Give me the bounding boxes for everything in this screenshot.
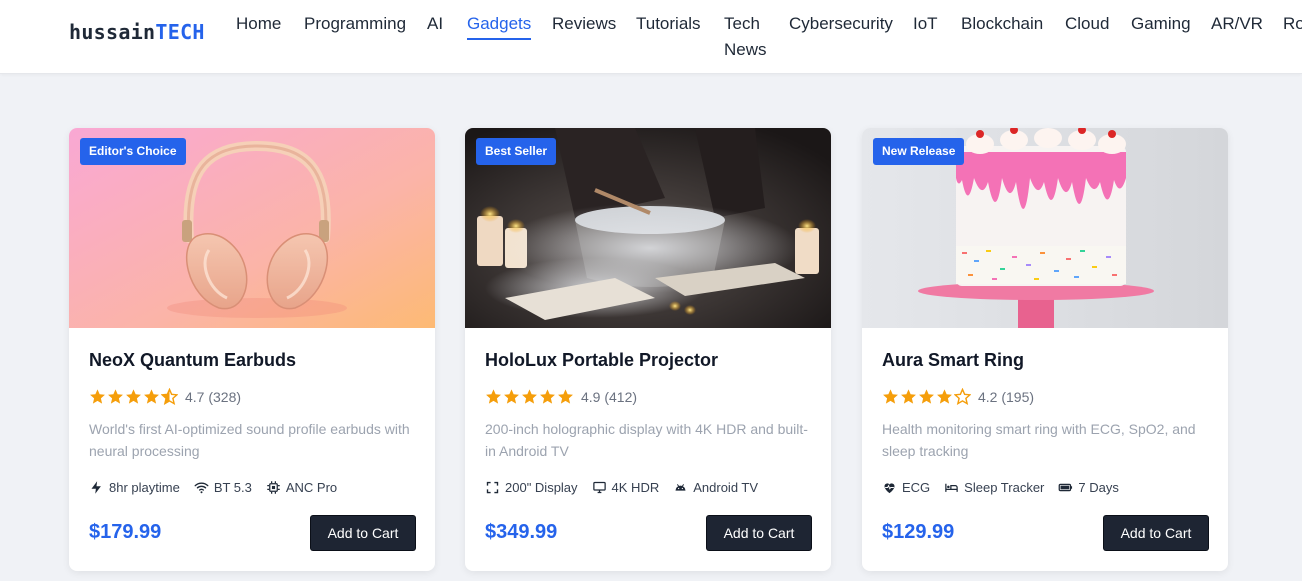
product-rating: 4.9 (412): [485, 388, 637, 405]
bed-icon: [945, 483, 958, 492]
wifi-icon: [194, 482, 209, 494]
star-full-icon: [919, 389, 934, 404]
nav-reviews[interactable]: Reviews: [552, 11, 616, 37]
nav-home[interactable]: Home: [236, 11, 281, 37]
nav-gadgets[interactable]: Gadgets: [467, 11, 532, 40]
logo-text-primary: hussain: [69, 20, 156, 44]
product-title[interactable]: NeoX Quantum Earbuds: [89, 350, 296, 371]
product-rating: 4.7 (328): [89, 388, 241, 405]
feature-item: ANC Pro: [266, 480, 337, 495]
monitor-icon: [592, 481, 606, 494]
feature-label: ECG: [902, 480, 931, 495]
star-full-icon: [144, 389, 159, 404]
add-to-cart-button[interactable]: Add to Cart: [1104, 516, 1208, 550]
product-image-projector[interactable]: Best Seller: [465, 128, 831, 328]
nav-ar-vr[interactable]: AR/VR: [1211, 11, 1263, 37]
product-image-headphones[interactable]: Editor's Choice: [69, 128, 435, 328]
feature-item: Sleep Tracker: [944, 480, 1044, 495]
star-full-icon: [883, 389, 898, 404]
add-to-cart-button[interactable]: Add to Cart: [311, 516, 415, 550]
feature-label: Android TV: [693, 480, 759, 495]
nav-gaming[interactable]: Gaming: [1131, 11, 1191, 37]
feature-item: BT 5.3: [194, 480, 252, 495]
product-features: 8hr playtime BT 5.3 ANC Pro: [89, 480, 337, 495]
product-card: New Release Aura Smart Ring 4.2 (195) He…: [862, 128, 1228, 571]
star-full-icon: [522, 389, 537, 404]
nav-tutorials[interactable]: Tutorials: [636, 11, 701, 37]
product-description: World's first AI-optimized sound profile…: [89, 421, 410, 459]
badge-editors-choice: Editor's Choice: [80, 138, 186, 165]
site-logo[interactable]: hussainTECH: [69, 20, 205, 44]
product-title[interactable]: Aura Smart Ring: [882, 350, 1024, 371]
nav-cloud[interactable]: Cloud: [1065, 11, 1109, 37]
logo-text-accent: TECH: [155, 20, 205, 44]
product-title[interactable]: HoloLux Portable Projector: [485, 350, 718, 371]
expand-icon: [486, 481, 499, 494]
nav-iot[interactable]: IoT: [913, 11, 938, 37]
nav-overflow-item[interactable]: Ro: [1283, 11, 1302, 37]
nav-cybersecurity[interactable]: Cybersecurity: [789, 11, 893, 37]
product-card: Editor's Choice NeoX Quantum Earbuds 4.7…: [69, 128, 435, 571]
star-full-icon: [540, 389, 555, 404]
star-half-icon: [161, 388, 178, 405]
site-header: hussainTECH Home Programming AI Gadgets …: [0, 0, 1302, 74]
nav-tech-news-line1[interactable]: Tech: [724, 11, 760, 37]
product-description: 200-inch holographic display with 4K HDR…: [485, 421, 808, 459]
star-full-icon: [126, 389, 141, 404]
product-price: $129.99: [882, 521, 955, 543]
android-icon: [675, 484, 686, 491]
feature-item: ECG: [882, 480, 930, 495]
star-rating: [89, 388, 178, 405]
product-price: $179.99: [89, 521, 162, 543]
feature-label: 8hr playtime: [109, 480, 180, 495]
bolt-icon: [91, 481, 101, 494]
product-card: Best Seller HoloLux Portable Projector 4…: [465, 128, 831, 571]
feature-item: 200" Display: [485, 480, 578, 495]
nav-ai[interactable]: AI: [427, 11, 443, 37]
feature-label: 7 Days: [1078, 480, 1119, 495]
badge-best-seller: Best Seller: [476, 138, 557, 165]
heart-pulse-icon: [884, 483, 895, 494]
feature-label: 4K HDR: [611, 480, 660, 495]
star-rating: [485, 388, 574, 405]
feature-label: Sleep Tracker: [964, 480, 1045, 495]
rating-text: 4.2 (195): [978, 388, 1035, 405]
star-empty-icon: [954, 388, 971, 405]
feature-label: BT 5.3: [213, 480, 252, 495]
product-price: $349.99: [485, 521, 558, 543]
chip-icon: [267, 481, 280, 494]
product-image-cake[interactable]: New Release: [862, 128, 1228, 328]
nav-programming[interactable]: Programming: [304, 11, 406, 37]
feature-item: 4K HDR: [592, 480, 660, 495]
badge-new-release: New Release: [873, 138, 965, 165]
star-full-icon: [937, 389, 952, 404]
star-full-icon: [108, 389, 123, 404]
star-rating: [882, 388, 971, 405]
rating-text: 4.7 (328): [185, 388, 242, 405]
star-full-icon: [504, 389, 519, 404]
product-features: 200" Display 4K HDR Android TV: [485, 480, 758, 495]
product-features: ECG Sleep Tracker 7 Days: [882, 480, 1119, 495]
star-full-icon: [558, 389, 573, 404]
nav-blockchain[interactable]: Blockchain: [961, 11, 1043, 37]
star-full-icon: [901, 389, 916, 404]
nav-tech-news-line2[interactable]: News: [724, 37, 767, 63]
feature-item: Android TV: [673, 480, 758, 495]
feature-item: 8hr playtime: [89, 480, 180, 495]
feature-item: 7 Days: [1058, 480, 1119, 495]
battery-icon: [1059, 483, 1073, 492]
product-rating: 4.2 (195): [882, 388, 1034, 405]
star-full-icon: [486, 389, 501, 404]
feature-label: ANC Pro: [285, 480, 338, 495]
product-description: Health monitoring smart ring with ECG, S…: [882, 421, 1196, 459]
rating-text: 4.9 (412): [581, 388, 638, 405]
add-to-cart-button[interactable]: Add to Cart: [707, 516, 811, 550]
star-full-icon: [90, 389, 105, 404]
feature-label: 200" Display: [505, 480, 578, 495]
